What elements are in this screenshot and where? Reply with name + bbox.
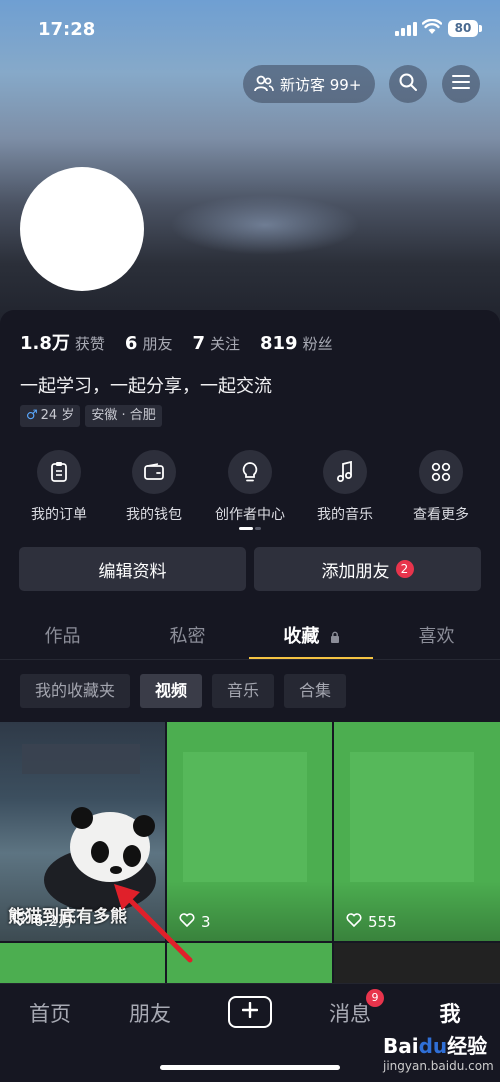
nav-friends[interactable]: 朋友 bbox=[100, 998, 200, 1028]
clipboard-icon bbox=[37, 450, 81, 494]
page-indicator bbox=[239, 527, 261, 530]
male-gender-icon: ♂ bbox=[26, 408, 38, 423]
messages-badge: 9 bbox=[366, 989, 384, 1007]
video-thumbnail[interactable]: 555 bbox=[334, 722, 500, 941]
stat-number: 1.8万 bbox=[20, 333, 70, 354]
stat-number: 6 bbox=[124, 333, 138, 354]
profile-bio: 一起学习，一起分享，一起交流 bbox=[20, 376, 272, 397]
shortcut-label: 创作者中心 bbox=[215, 507, 285, 523]
avatar[interactable] bbox=[20, 167, 144, 291]
like-count-value: 6.2万 bbox=[34, 912, 73, 930]
stat-label: 粉丝 bbox=[302, 335, 333, 353]
menu-button[interactable] bbox=[442, 65, 480, 103]
hamburger-menu-icon bbox=[451, 74, 471, 94]
thumbnail-shade bbox=[334, 881, 500, 941]
tab-works[interactable]: 作品 bbox=[0, 622, 125, 648]
tab-favorites-label: 收藏 bbox=[283, 626, 320, 647]
stat-likes[interactable]: 1.8万 获赞 bbox=[20, 329, 105, 355]
stat-number: 819 bbox=[260, 333, 298, 354]
like-count-value: 3 bbox=[201, 913, 211, 931]
video-thumbnail[interactable] bbox=[334, 943, 500, 984]
shortcut-creator-center[interactable]: 创作者中心 bbox=[202, 450, 298, 524]
chip-collections[interactable]: 合集 bbox=[284, 674, 347, 708]
chip-videos[interactable]: 视频 bbox=[140, 674, 203, 708]
edit-profile-button[interactable]: 编辑资料 bbox=[19, 547, 246, 591]
status-time: 17:28 bbox=[38, 19, 96, 40]
chip-my-folders[interactable]: 我的收藏夹 bbox=[20, 674, 131, 708]
wallet-icon bbox=[132, 450, 176, 494]
lock-icon bbox=[330, 627, 340, 648]
baidu-paw-logo: du bbox=[418, 1034, 448, 1058]
plus-icon bbox=[241, 1001, 259, 1022]
people-icon bbox=[254, 75, 274, 93]
create-button[interactable] bbox=[228, 996, 272, 1028]
heart-icon bbox=[12, 911, 34, 930]
shortcut-label: 我的音乐 bbox=[317, 507, 373, 523]
thumbnail-caption-box bbox=[22, 744, 140, 774]
watermark-site: jingyan.baidu.com bbox=[383, 1059, 494, 1073]
stat-friends[interactable]: 6 朋友 bbox=[125, 333, 173, 354]
age-tag: ♂ 24 岁 bbox=[20, 405, 81, 427]
shortcut-more[interactable]: 查看更多 bbox=[393, 450, 489, 524]
new-visitors-label: 新访客 99+ bbox=[280, 75, 362, 94]
add-friend-badge: 2 bbox=[395, 560, 414, 578]
search-button[interactable] bbox=[389, 65, 427, 103]
status-bar: 17:28 80 bbox=[0, 0, 500, 60]
nav-me[interactable]: 我 bbox=[400, 998, 500, 1028]
tab-private[interactable]: 私密 bbox=[125, 622, 250, 648]
stat-label: 关注 bbox=[209, 335, 240, 353]
heart-icon bbox=[346, 913, 368, 931]
shortcut-row: 我的订单 我的钱包 创作者中心 我的音乐 查看更多 bbox=[0, 450, 500, 530]
location-tag: 安徽 · 合肥 bbox=[85, 405, 162, 427]
wifi-icon bbox=[421, 18, 443, 39]
like-count: 555 bbox=[346, 913, 397, 931]
cell-signal-icon bbox=[395, 22, 417, 36]
add-friend-button[interactable]: 添加朋友 2 bbox=[254, 547, 481, 591]
content-tabs: 作品 私密 收藏 喜欢 bbox=[0, 612, 500, 660]
tab-likes[interactable]: 喜欢 bbox=[374, 622, 499, 648]
stat-label: 获赞 bbox=[74, 335, 105, 353]
thumbnail-image bbox=[183, 752, 307, 882]
stat-followers[interactable]: 819 粉丝 bbox=[260, 333, 333, 354]
tab-favorites[interactable]: 收藏 bbox=[249, 622, 374, 648]
profile-stats: 1.8万 获赞 6 朋友 7 关注 819 粉丝 bbox=[20, 329, 353, 355]
shortcut-music[interactable]: 我的音乐 bbox=[297, 450, 393, 524]
grid-icon bbox=[419, 450, 463, 494]
nav-messages[interactable]: 消息 bbox=[300, 998, 400, 1028]
shortcut-wallet[interactable]: 我的钱包 bbox=[106, 450, 202, 524]
video-grid: 熊猫到底有多熊 6.2万 3 555 bbox=[0, 722, 500, 984]
chip-music[interactable]: 音乐 bbox=[212, 674, 275, 708]
favorites-filter: 我的收藏夹 视频 音乐 合集 bbox=[20, 674, 356, 708]
like-count: 6.2万 bbox=[12, 910, 73, 931]
shortcut-orders[interactable]: 我的订单 bbox=[11, 450, 107, 524]
home-indicator bbox=[160, 1065, 340, 1070]
like-count-value: 555 bbox=[368, 913, 397, 931]
music-note-icon bbox=[323, 450, 367, 494]
new-visitors-button[interactable]: 新访客 99+ bbox=[243, 65, 375, 103]
battery-icon: 80 bbox=[448, 20, 482, 37]
watermark-brand: Baidu经验 bbox=[383, 1034, 488, 1058]
shortcut-label: 我的订单 bbox=[31, 507, 87, 523]
search-icon bbox=[398, 72, 418, 96]
baidu-jingyan-watermark: Baidu经验 jingyan.baidu.com bbox=[383, 1030, 494, 1078]
profile-tags: ♂ 24 岁 安徽 · 合肥 bbox=[20, 405, 167, 427]
annotation-arrow bbox=[110, 880, 200, 974]
stat-following[interactable]: 7 关注 bbox=[192, 333, 240, 354]
shortcut-label: 我的钱包 bbox=[126, 507, 182, 523]
shortcut-label: 查看更多 bbox=[413, 507, 469, 523]
stat-label: 朋友 bbox=[142, 335, 173, 353]
age-label: 24 岁 bbox=[40, 408, 75, 423]
username-blurred bbox=[170, 195, 360, 255]
thumbnail-image bbox=[350, 752, 474, 882]
lightbulb-icon bbox=[228, 450, 272, 494]
nav-home[interactable]: 首页 bbox=[0, 998, 100, 1028]
stat-number: 7 bbox=[192, 333, 205, 354]
active-tab-indicator bbox=[249, 657, 373, 659]
add-friend-label: 添加朋友 bbox=[321, 561, 390, 582]
